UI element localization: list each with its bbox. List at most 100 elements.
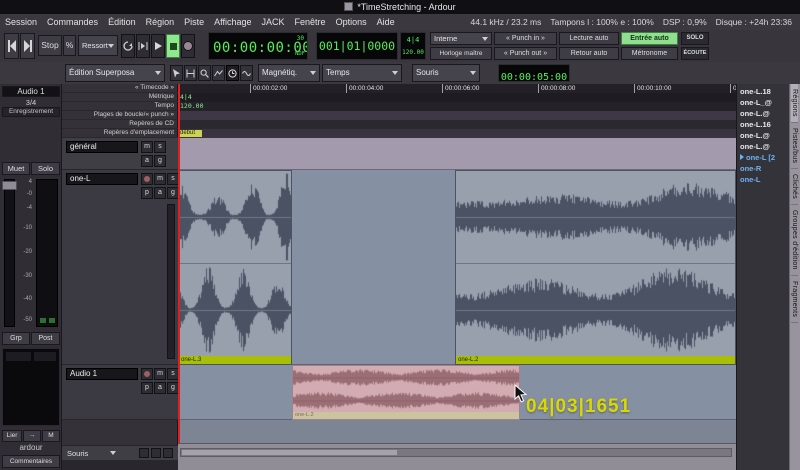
punch-out-button[interactable]: « Punch out » [494,47,557,60]
solo-button[interactable]: s [154,141,166,153]
region-list-item[interactable]: one-L [740,174,760,185]
audio-region-one-l-3[interactable]: one-L.3 [178,170,292,365]
auto-play-button[interactable]: Lecture auto [559,32,619,45]
panner-automation-button[interactable] [6,352,31,361]
menu-jack[interactable]: JACK [257,14,290,30]
link-button[interactable]: Lier [2,430,22,442]
mute-button[interactable]: m [154,173,166,185]
menu-edition[interactable]: Édition [103,14,141,30]
auto-input-button[interactable]: Entrée auto [621,32,678,45]
tab-tracks-busses[interactable]: Pistes/bus [791,123,798,169]
loop-punch-ruler-label[interactable]: Plages de boucle/« punch » [62,111,178,120]
metronome-button[interactable]: Métronome [621,47,678,60]
track-canvas[interactable]: 00:00:02:00 00:00:04:00 00:00:06:00 00:0… [178,84,736,470]
start-marker[interactable]: début [178,130,202,137]
track-name-field[interactable]: général [66,141,138,153]
menu-session[interactable]: Session [0,14,42,30]
spring-select[interactable]: Ressort [78,35,118,56]
meter-ruler-label[interactable]: Métrique [62,93,178,102]
snap-mode-select[interactable]: Magnétiq. [258,64,320,82]
timecode-ruler[interactable]: 00:00:02:00 00:00:04:00 00:00:06:00 00:0… [178,84,736,93]
auto-return-button[interactable]: Retour auto [559,47,619,60]
region-list-item[interactable]: one-L.16 [740,119,771,130]
snap-unit-select[interactable]: Temps [322,64,402,82]
play-selection-button[interactable] [136,34,150,58]
region-list-item[interactable]: one-L_@ [740,97,772,108]
loop-button[interactable] [121,34,135,58]
zoom-tool-button[interactable] [198,65,211,81]
cd-marker-ruler[interactable] [178,120,736,129]
mini-button[interactable] [151,448,161,458]
meter-point-button[interactable]: Post [31,332,60,345]
gain-tool-button[interactable] [212,65,225,81]
timefx-tool-button[interactable] [226,65,239,81]
goto-end-button[interactable] [20,33,35,59]
play-button[interactable] [151,34,165,58]
automation-button[interactable]: a [154,187,166,199]
expander-right-icon[interactable] [740,154,744,160]
horizontal-scrollbar[interactable] [180,448,732,457]
cd-marker-ruler-label[interactable]: Repères de CD [62,120,178,129]
menu-region[interactable]: Région [141,14,180,30]
automation-button[interactable]: a [141,155,153,167]
menu-affichage[interactable]: Affichage [209,14,256,30]
track-name-field[interactable]: one-L [66,173,138,185]
tempo-ruler[interactable]: 120.00 [178,102,736,111]
mute-button[interactable]: m [154,368,166,380]
record-enable-button[interactable] [141,173,153,185]
meter-ruler[interactable]: 4|4 [178,93,736,102]
region-list-item[interactable]: one-L.18 [740,86,771,97]
mono-button[interactable]: M [42,430,60,442]
loop-punch-ruler[interactable] [178,111,736,120]
group-button[interactable]: Grp [2,332,30,345]
record-enable-button[interactable] [141,368,153,380]
playhead[interactable] [178,84,180,443]
track-lane-master[interactable] [178,138,736,170]
edit-mode-select[interactable]: Édition Superposa [65,64,165,82]
sync-source-select[interactable]: Interne [430,32,492,45]
minimized-track-row[interactable]: Souris [62,445,178,460]
playlist-button[interactable]: p [141,187,153,199]
pointer-tool-button[interactable] [170,65,183,81]
tab-regions[interactable]: Régions [791,84,798,123]
range-tool-button[interactable] [184,65,197,81]
master-clock-button[interactable]: Horloge maître [430,47,492,60]
tab-snapshots[interactable]: Clichés [791,169,798,205]
playlist-button[interactable]: p [141,382,153,394]
region-list-item[interactable]: one-L [2 [740,152,775,163]
stop-mode-button[interactable]: Stop [38,35,62,56]
tab-edit-groups[interactable]: Groupes d'édition [791,205,798,276]
gain-fader-handle[interactable] [2,181,17,190]
punch-in-button[interactable]: « Punch in » [494,32,557,45]
mute-button[interactable]: Muet [2,162,30,175]
scrollbar-thumb[interactable] [182,450,397,455]
menu-options[interactable]: Options [331,14,372,30]
solo-indicator-button[interactable]: SOLO [681,32,709,45]
menu-piste[interactable]: Piste [179,14,209,30]
menu-aide[interactable]: Aide [372,14,400,30]
region-list-item[interactable]: one-L.@ [740,141,770,152]
region-list-item[interactable]: one-L.@ [740,108,770,119]
listen-button[interactable]: ÉCOUTE [681,47,709,60]
location-marker-ruler[interactable]: début [178,129,736,138]
edit-point-select[interactable]: Souris [412,64,480,82]
percent-button[interactable]: % [63,35,76,56]
tempo-ruler-label[interactable]: Tempo [62,102,178,111]
region-list-item[interactable]: one-R [740,163,761,174]
track-name-button[interactable]: Audio 1 [2,86,60,97]
panner-link-button[interactable] [34,352,56,361]
solo-button[interactable]: Solo [31,162,60,175]
location-marker-ruler-label[interactable]: Repères d'emplacement [62,129,178,138]
track-header-master[interactable]: général m s a g [62,138,178,170]
meter-marker[interactable]: 4|4 [180,93,192,102]
audio-region-one-l-2[interactable]: one-L.2 [455,170,736,365]
mute-button[interactable]: m [141,141,153,153]
menu-fenetre[interactable]: Fenêtre [290,14,331,30]
nudge-button[interactable]: → [23,430,41,442]
primary-clock[interactable]: 00:00:00:00 30 NDF [208,32,308,60]
secondary-clock[interactable]: 001|01|0000 [316,32,398,60]
timecode-ruler-label[interactable]: « Timecode » [62,84,178,93]
tempo-marker[interactable]: 120.00 [180,102,203,111]
track-name-field[interactable]: Audio 1 [66,368,138,380]
menu-commandes[interactable]: Commandes [42,14,103,30]
